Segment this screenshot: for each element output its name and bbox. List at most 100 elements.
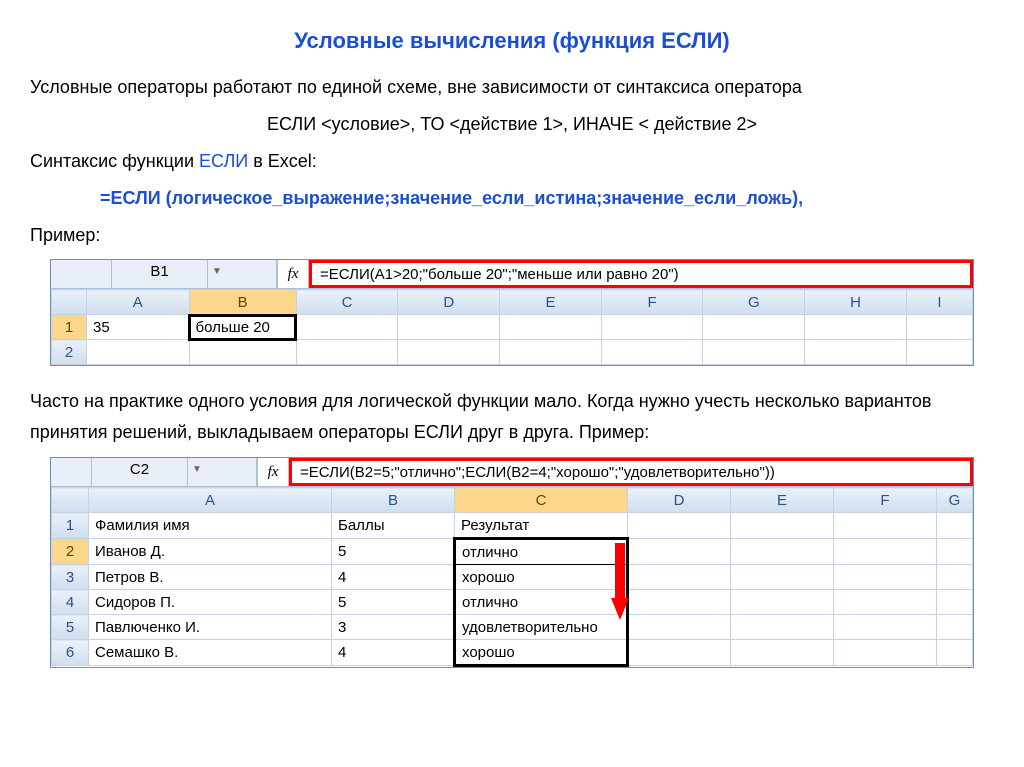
cell[interactable] [906,315,972,340]
paragraph-3: Синтаксис функции ЕСЛИ в Excel: [30,148,994,175]
col-header[interactable]: D [628,488,731,513]
col-header[interactable]: I [906,290,972,315]
cell[interactable] [500,315,602,340]
cell[interactable] [628,539,731,565]
cell[interactable] [703,315,805,340]
col-header[interactable]: E [731,488,834,513]
cell[interactable] [731,565,834,590]
cell[interactable] [805,315,907,340]
excel-example-2: C2 ▼ fx =ЕСЛИ(B2=5;"отлично";ЕСЛИ(B2=4;"… [50,457,974,668]
cell[interactable] [601,340,703,365]
namebox-gutter [51,260,112,288]
row-header[interactable]: 2 [52,340,87,365]
cell[interactable] [731,615,834,640]
cell[interactable] [937,565,973,590]
row-header[interactable]: 5 [52,615,89,640]
cell[interactable] [601,315,703,340]
cell[interactable] [937,590,973,615]
paragraph-1: Условные операторы работают по единой сх… [30,74,994,101]
cell[interactable]: 5 [332,539,455,565]
cell[interactable] [834,513,937,539]
cell[interactable] [731,640,834,666]
cell[interactable] [906,340,972,365]
col-header[interactable]: C [455,488,628,513]
cell[interactable]: 4 [332,565,455,590]
row-header[interactable]: 3 [52,565,89,590]
select-all-corner[interactable] [52,290,87,315]
row-header[interactable]: 4 [52,590,89,615]
col-header[interactable]: B [332,488,455,513]
cell[interactable]: хорошо [455,640,628,666]
cell[interactable] [834,640,937,666]
cell-header[interactable]: Результат [455,513,628,539]
cell[interactable] [834,565,937,590]
cell[interactable] [296,340,398,365]
cell[interactable] [937,615,973,640]
formula-input-1[interactable]: =ЕСЛИ(A1>20;"больше 20";"меньше или равн… [309,260,973,288]
col-header[interactable]: E [500,290,602,315]
cell[interactable] [731,513,834,539]
cell[interactable]: удовлетворительно [455,615,628,640]
col-header[interactable]: G [937,488,973,513]
spreadsheet-1[interactable]: A B C D E F G H I 1 35 больше 20 2 [51,289,973,365]
cell[interactable]: Семашко В. [89,640,332,666]
row-header[interactable]: 1 [52,315,87,340]
cell-header[interactable]: Баллы [332,513,455,539]
row-header[interactable]: 6 [52,640,89,666]
col-header[interactable]: A [87,290,189,315]
col-header[interactable]: F [601,290,703,315]
cell[interactable] [937,640,973,666]
formula-input-2[interactable]: =ЕСЛИ(B2=5;"отлично";ЕСЛИ(B2=4;"хорошо";… [289,458,973,486]
spreadsheet-2[interactable]: A B C D E F G 1 Фамилия имя Баллы Резуль… [51,487,973,667]
col-header[interactable]: A [89,488,332,513]
fx-button[interactable]: fx [257,458,289,486]
col-header[interactable]: B [189,290,296,315]
cell[interactable] [398,340,500,365]
cell[interactable] [834,590,937,615]
cell[interactable]: 4 [332,640,455,666]
col-header[interactable]: C [296,290,398,315]
select-all-corner[interactable] [52,488,89,513]
row-header[interactable]: 1 [52,513,89,539]
cell[interactable] [500,340,602,365]
col-header[interactable]: D [398,290,500,315]
cell[interactable] [628,513,731,539]
col-header[interactable]: H [805,290,907,315]
cell[interactable]: 3 [332,615,455,640]
cell[interactable]: отлично [455,590,628,615]
cell[interactable] [296,315,398,340]
cell[interactable]: отлично [455,539,628,565]
cell[interactable]: Иванов Д. [89,539,332,565]
cell[interactable] [731,539,834,565]
cell[interactable] [628,565,731,590]
cell-header[interactable]: Фамилия имя [89,513,332,539]
col-header[interactable]: F [834,488,937,513]
row-header[interactable]: 2 [52,539,89,565]
cell[interactable] [189,340,296,365]
cell[interactable] [805,340,907,365]
name-box[interactable]: C2 [92,458,188,486]
cell[interactable]: 35 [87,315,189,340]
cell[interactable] [703,340,805,365]
cell[interactable] [834,539,937,565]
cell[interactable] [628,590,731,615]
fx-button[interactable]: fx [277,260,309,288]
name-box[interactable]: B1 [112,260,208,288]
cell[interactable] [937,513,973,539]
cell[interactable] [937,539,973,565]
namebox-dropdown-icon[interactable]: ▼ [208,260,226,288]
cell[interactable] [398,315,500,340]
cell-selected[interactable]: больше 20 [189,315,296,340]
cell[interactable]: 5 [332,590,455,615]
cell[interactable]: Сидоров П. [89,590,332,615]
cell[interactable]: хорошо [455,565,628,590]
cell[interactable] [834,615,937,640]
cell[interactable] [628,640,731,666]
namebox-dropdown-icon[interactable]: ▼ [188,458,206,486]
cell[interactable] [731,590,834,615]
cell[interactable] [628,615,731,640]
col-header[interactable]: G [703,290,805,315]
cell[interactable] [87,340,189,365]
cell[interactable]: Павлюченко И. [89,615,332,640]
cell[interactable]: Петров В. [89,565,332,590]
